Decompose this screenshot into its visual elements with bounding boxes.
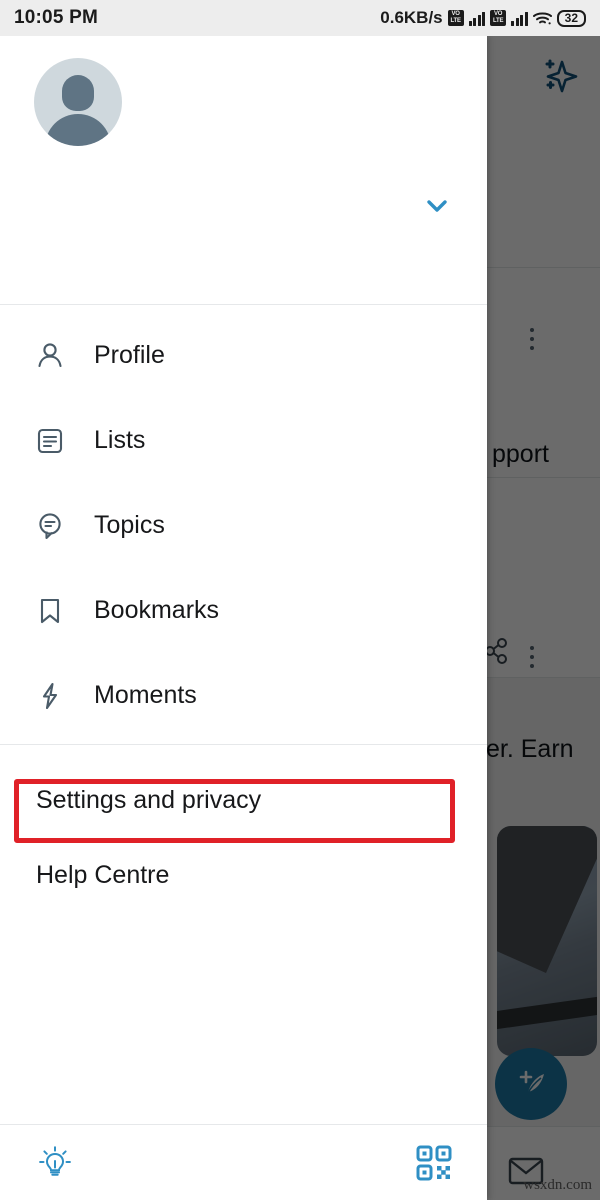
menu-item-label: Profile <box>94 341 165 369</box>
network-speed-label: 0.6KB/s <box>380 8 443 27</box>
signal-bars-icon-2 <box>511 11 528 26</box>
volte-icon-bottom: LTE <box>450 18 461 24</box>
menu-item-moments[interactable]: Moments <box>0 653 487 738</box>
signal-bars-icon <box>468 11 486 26</box>
menu-item-topics[interactable]: Topics <box>0 483 487 568</box>
watermark: wsxdn.com <box>523 1177 592 1193</box>
menu-item-label: Topics <box>94 511 165 539</box>
menu-item-lists[interactable]: Lists <box>0 398 487 483</box>
drawer-spacer <box>0 917 487 1124</box>
volte-icon-bottom: LTE <box>492 18 504 24</box>
menu-item-label: Moments <box>94 681 197 709</box>
lightning-bolt-icon <box>34 680 66 712</box>
wifi-icon <box>532 11 552 26</box>
chevron-down-icon[interactable] <box>417 186 457 226</box>
drawer-header <box>0 36 487 304</box>
bookmark-icon <box>34 595 66 627</box>
menu-item-label: Help Centre <box>36 860 170 889</box>
menu-item-help-centre[interactable]: Help Centre <box>0 833 487 917</box>
menu-item-label: Lists <box>94 426 146 454</box>
menu-item-label: Bookmarks <box>94 596 220 624</box>
volte-icon-top: VO <box>451 11 460 17</box>
volte-icon: VO LTE <box>447 10 464 26</box>
navigation-drawer: Profile Lists Topics Bookmarks Moments S… <box>0 36 487 1200</box>
status-time: 10:05 PM <box>14 7 98 28</box>
status-bar: 10:05 PM 0.6KB/s VO LTE VO LTE 32 <box>0 0 600 36</box>
drawer-menu: Profile Lists Topics Bookmarks Moments <box>0 305 487 744</box>
phone-screen: pport er. Earn <box>0 0 600 1200</box>
lightbulb-icon[interactable] <box>32 1140 78 1186</box>
qr-code-icon[interactable] <box>411 1140 457 1186</box>
drawer-footer <box>0 1124 487 1200</box>
menu-item-profile[interactable]: Profile <box>0 313 487 398</box>
menu-item-label: Settings and privacy <box>36 785 262 814</box>
topics-bubble-icon <box>34 510 66 542</box>
menu-item-bookmarks[interactable]: Bookmarks <box>0 568 487 653</box>
status-indicators: 0.6KB/s VO LTE VO LTE 32 <box>380 8 586 28</box>
volte-icon-top: VO <box>494 11 503 17</box>
person-icon <box>34 340 66 372</box>
drawer-secondary-menu: Settings and privacy Help Centre <box>0 745 487 917</box>
list-icon <box>34 425 66 457</box>
default-avatar-icon[interactable] <box>34 58 122 146</box>
menu-item-settings-and-privacy[interactable]: Settings and privacy <box>0 767 487 833</box>
battery-indicator: 32 <box>556 9 586 27</box>
volte-icon-2: VO LTE <box>490 10 507 26</box>
